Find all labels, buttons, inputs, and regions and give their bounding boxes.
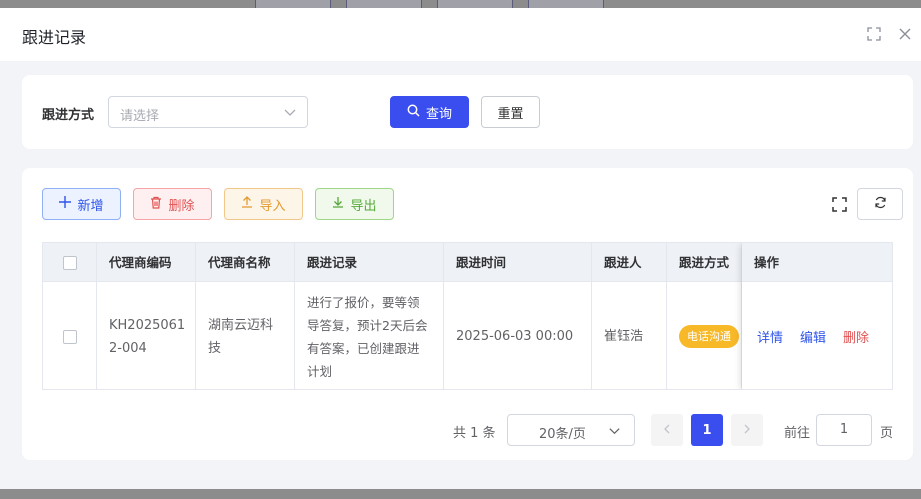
follow-record-text: 导答复，预计2天后会: [307, 317, 428, 333]
column-header: 跟进记录: [295, 243, 444, 282]
upload-icon: [241, 196, 253, 212]
chevron-down-icon: [608, 424, 622, 438]
column-header: 操作: [742, 243, 892, 282]
page-size-value: 20条/页: [539, 427, 586, 442]
follow-up-table: 代理商编码 代理商名称 跟进记录 跟进时间 跟进人 跟进方式 KH2025061…: [42, 242, 893, 390]
actions-column: 操作 详情 编辑 删除: [742, 243, 892, 389]
add-button[interactable]: 新增: [42, 188, 121, 220]
page-number-current[interactable]: 1: [691, 414, 723, 446]
follow-method-label: 跟进方式: [42, 108, 95, 123]
header-checkbox-cell: [43, 243, 97, 282]
refresh-icon: [874, 196, 887, 213]
agent-code: 2-004: [109, 340, 147, 356]
delete-link[interactable]: 删除: [843, 327, 869, 346]
follow-record-text: 有答案，已创建跟进: [307, 340, 420, 356]
prev-page-button[interactable]: [651, 414, 683, 446]
chevron-left-icon: [662, 423, 672, 438]
goto-label: 前往: [784, 426, 811, 441]
column-header: 跟进时间: [444, 243, 592, 282]
dialog-header: 跟进记录: [0, 8, 921, 61]
follow-method-select[interactable]: 请选择: [108, 96, 308, 128]
agent-name: 湖南云迈科: [208, 317, 274, 333]
follow-record-text: 进行了报价，要等领: [307, 294, 420, 310]
refresh-button[interactable]: [857, 188, 903, 220]
follow-record-cell: 进行了报价，要等领 导答复，预计2天后会 有答案，已创建跟进 计划: [295, 282, 444, 389]
table-panel: 新增 删除 导入 导出 代理商编码 代理商名称 跟进记录 跟进时间 跟进人 跟进…: [22, 168, 913, 460]
follow-time-cell: 2025-06-03 00:00: [444, 282, 592, 389]
import-button[interactable]: 导入: [224, 188, 303, 220]
export-button[interactable]: 导出: [315, 188, 394, 220]
follow-time: 2025-06-03 00:00: [456, 329, 574, 344]
fullscreen-icon[interactable]: [832, 197, 848, 213]
select-all-checkbox[interactable]: [62, 255, 77, 270]
follow-up-dialog: 跟进记录 跟进方式 请选择 查询 重置 新增 删除 导入 导出 代理商编码 代理…: [0, 8, 921, 489]
follow-person: 崔钰浩: [604, 329, 644, 344]
column-header: 跟进方式: [667, 243, 742, 282]
row-checkbox-cell: [43, 282, 97, 389]
next-page-button[interactable]: [731, 414, 763, 446]
import-button-label: 导入: [259, 198, 286, 214]
reset-button-label: 重置: [497, 106, 524, 122]
query-button[interactable]: 查询: [390, 96, 469, 128]
export-button-label: 导出: [350, 198, 377, 214]
goto-page-input[interactable]: 1: [816, 414, 872, 446]
query-button-label: 查询: [425, 106, 452, 122]
select-placeholder: 请选择: [120, 109, 160, 124]
pagination-total: 共 1 条: [453, 426, 496, 441]
plus-icon: [59, 196, 72, 212]
dialog-title: 跟进记录: [22, 28, 87, 47]
column-header: 跟进人: [592, 243, 667, 282]
delete-button[interactable]: 删除: [133, 188, 212, 220]
follow-method-badge: 电话沟通: [679, 325, 739, 348]
follow-record-text: 计划: [307, 363, 333, 379]
detail-link[interactable]: 详情: [757, 327, 783, 346]
search-icon: [407, 104, 420, 121]
close-icon[interactable]: [897, 26, 913, 42]
column-header: 代理商名称: [196, 243, 295, 282]
follow-person-cell: 崔钰浩: [592, 282, 667, 389]
download-icon: [332, 196, 344, 212]
page-size-select[interactable]: 20条/页: [507, 414, 635, 446]
delete-button-label: 删除: [168, 198, 195, 214]
chevron-down-icon: [283, 105, 297, 119]
trash-icon: [150, 196, 162, 213]
edit-link[interactable]: 编辑: [800, 327, 826, 346]
agent-name-cell: 湖南云迈科 技: [196, 282, 295, 389]
agent-code: KH2025061: [109, 317, 186, 333]
agent-code-cell: KH2025061 2-004: [97, 282, 196, 389]
follow-method-cell: 电话沟通: [667, 282, 742, 389]
agent-name: 技: [208, 340, 222, 356]
actions-cell: 详情 编辑 删除: [742, 282, 892, 389]
chevron-right-icon: [742, 423, 752, 438]
add-button-label: 新增: [77, 198, 104, 214]
row-checkbox[interactable]: [62, 329, 77, 344]
goto-suffix: 页: [880, 426, 894, 441]
column-header: 代理商编码: [97, 243, 196, 282]
reset-button[interactable]: 重置: [481, 96, 540, 128]
maximize-icon[interactable]: [866, 26, 882, 42]
search-panel: 跟进方式 请选择 查询 重置: [22, 75, 913, 149]
